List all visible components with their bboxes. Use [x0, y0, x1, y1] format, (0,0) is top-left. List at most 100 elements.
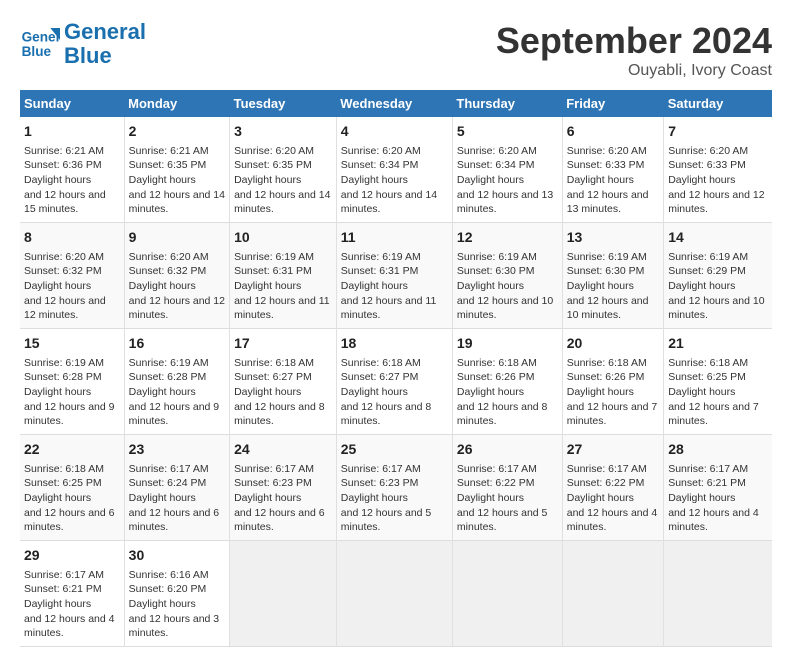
day-info: Sunrise: 6:19 AM Sunset: 6:29 PM Dayligh…	[668, 250, 768, 323]
day-info: Sunrise: 6:18 AM Sunset: 6:25 PM Dayligh…	[24, 462, 120, 535]
day-cell: 2 Sunrise: 6:21 AM Sunset: 6:35 PM Dayli…	[124, 117, 229, 223]
day-info: Sunrise: 6:20 AM Sunset: 6:33 PM Dayligh…	[668, 144, 768, 217]
day-cell: 1 Sunrise: 6:21 AM Sunset: 6:36 PM Dayli…	[20, 117, 124, 223]
day-info: Sunrise: 6:17 AM Sunset: 6:21 PM Dayligh…	[668, 462, 768, 535]
day-info: Sunrise: 6:17 AM Sunset: 6:23 PM Dayligh…	[341, 462, 448, 535]
day-info: Sunrise: 6:17 AM Sunset: 6:21 PM Dayligh…	[24, 568, 120, 641]
page-header: General Blue GeneralBlue September 2024 …	[20, 20, 772, 80]
day-info: Sunrise: 6:18 AM Sunset: 6:27 PM Dayligh…	[341, 356, 448, 429]
calendar-table: SundayMondayTuesdayWednesdayThursdayFrid…	[20, 90, 772, 647]
day-number: 12	[457, 228, 558, 248]
day-number: 19	[457, 334, 558, 354]
day-cell: 21 Sunrise: 6:18 AM Sunset: 6:25 PM Dayl…	[664, 329, 772, 435]
day-number: 9	[129, 228, 225, 248]
day-cell: 25 Sunrise: 6:17 AM Sunset: 6:23 PM Dayl…	[336, 435, 452, 541]
day-info: Sunrise: 6:20 AM Sunset: 6:34 PM Dayligh…	[341, 144, 448, 217]
day-info: Sunrise: 6:18 AM Sunset: 6:26 PM Dayligh…	[457, 356, 558, 429]
logo-icon: General Blue	[20, 24, 60, 64]
day-number: 28	[668, 440, 768, 460]
svg-text:Blue: Blue	[22, 44, 52, 59]
header-day: Thursday	[452, 90, 562, 117]
month-title: September 2024	[496, 20, 772, 62]
day-info: Sunrise: 6:19 AM Sunset: 6:28 PM Dayligh…	[24, 356, 120, 429]
day-number: 26	[457, 440, 558, 460]
day-cell: 18 Sunrise: 6:18 AM Sunset: 6:27 PM Dayl…	[336, 329, 452, 435]
header-day: Saturday	[664, 90, 772, 117]
day-info: Sunrise: 6:19 AM Sunset: 6:30 PM Dayligh…	[567, 250, 659, 323]
day-info: Sunrise: 6:20 AM Sunset: 6:35 PM Dayligh…	[234, 144, 332, 217]
calendar-header: SundayMondayTuesdayWednesdayThursdayFrid…	[20, 90, 772, 117]
day-number: 29	[24, 546, 120, 566]
header-day: Wednesday	[336, 90, 452, 117]
day-number: 16	[129, 334, 225, 354]
day-info: Sunrise: 6:20 AM Sunset: 6:33 PM Dayligh…	[567, 144, 659, 217]
day-info: Sunrise: 6:18 AM Sunset: 6:25 PM Dayligh…	[668, 356, 768, 429]
day-cell: 19 Sunrise: 6:18 AM Sunset: 6:26 PM Dayl…	[452, 329, 562, 435]
day-info: Sunrise: 6:17 AM Sunset: 6:23 PM Dayligh…	[234, 462, 332, 535]
day-number: 17	[234, 334, 332, 354]
day-number: 4	[341, 122, 448, 142]
day-cell	[664, 541, 772, 647]
day-cell: 20 Sunrise: 6:18 AM Sunset: 6:26 PM Dayl…	[562, 329, 663, 435]
day-info: Sunrise: 6:19 AM Sunset: 6:31 PM Dayligh…	[234, 250, 332, 323]
day-number: 7	[668, 122, 768, 142]
day-cell: 23 Sunrise: 6:17 AM Sunset: 6:24 PM Dayl…	[124, 435, 229, 541]
day-info: Sunrise: 6:19 AM Sunset: 6:31 PM Dayligh…	[341, 250, 448, 323]
day-cell	[562, 541, 663, 647]
week-row: 8 Sunrise: 6:20 AM Sunset: 6:32 PM Dayli…	[20, 223, 772, 329]
day-cell: 3 Sunrise: 6:20 AM Sunset: 6:35 PM Dayli…	[230, 117, 337, 223]
day-cell: 24 Sunrise: 6:17 AM Sunset: 6:23 PM Dayl…	[230, 435, 337, 541]
day-cell: 11 Sunrise: 6:19 AM Sunset: 6:31 PM Dayl…	[336, 223, 452, 329]
day-number: 27	[567, 440, 659, 460]
day-cell: 6 Sunrise: 6:20 AM Sunset: 6:33 PM Dayli…	[562, 117, 663, 223]
day-number: 11	[341, 228, 448, 248]
header-day: Tuesday	[230, 90, 337, 117]
day-cell: 12 Sunrise: 6:19 AM Sunset: 6:30 PM Dayl…	[452, 223, 562, 329]
day-number: 13	[567, 228, 659, 248]
day-cell: 10 Sunrise: 6:19 AM Sunset: 6:31 PM Dayl…	[230, 223, 337, 329]
calendar-body: 1 Sunrise: 6:21 AM Sunset: 6:36 PM Dayli…	[20, 117, 772, 647]
logo: General Blue GeneralBlue	[20, 20, 146, 68]
day-number: 2	[129, 122, 225, 142]
day-number: 21	[668, 334, 768, 354]
day-cell	[336, 541, 452, 647]
day-number: 30	[129, 546, 225, 566]
header-day: Monday	[124, 90, 229, 117]
day-cell: 16 Sunrise: 6:19 AM Sunset: 6:28 PM Dayl…	[124, 329, 229, 435]
day-info: Sunrise: 6:19 AM Sunset: 6:30 PM Dayligh…	[457, 250, 558, 323]
header-day: Sunday	[20, 90, 124, 117]
day-cell	[452, 541, 562, 647]
day-cell: 28 Sunrise: 6:17 AM Sunset: 6:21 PM Dayl…	[664, 435, 772, 541]
day-number: 14	[668, 228, 768, 248]
day-cell: 9 Sunrise: 6:20 AM Sunset: 6:32 PM Dayli…	[124, 223, 229, 329]
day-cell: 13 Sunrise: 6:19 AM Sunset: 6:30 PM Dayl…	[562, 223, 663, 329]
day-cell: 26 Sunrise: 6:17 AM Sunset: 6:22 PM Dayl…	[452, 435, 562, 541]
day-cell: 27 Sunrise: 6:17 AM Sunset: 6:22 PM Dayl…	[562, 435, 663, 541]
day-cell: 17 Sunrise: 6:18 AM Sunset: 6:27 PM Dayl…	[230, 329, 337, 435]
day-number: 18	[341, 334, 448, 354]
day-info: Sunrise: 6:18 AM Sunset: 6:27 PM Dayligh…	[234, 356, 332, 429]
day-cell: 14 Sunrise: 6:19 AM Sunset: 6:29 PM Dayl…	[664, 223, 772, 329]
day-number: 6	[567, 122, 659, 142]
day-info: Sunrise: 6:20 AM Sunset: 6:34 PM Dayligh…	[457, 144, 558, 217]
day-number: 5	[457, 122, 558, 142]
location: Ouyabli, Ivory Coast	[496, 62, 772, 80]
header-row: SundayMondayTuesdayWednesdayThursdayFrid…	[20, 90, 772, 117]
logo-text: GeneralBlue	[64, 20, 146, 68]
day-info: Sunrise: 6:18 AM Sunset: 6:26 PM Dayligh…	[567, 356, 659, 429]
day-cell: 29 Sunrise: 6:17 AM Sunset: 6:21 PM Dayl…	[20, 541, 124, 647]
day-cell: 15 Sunrise: 6:19 AM Sunset: 6:28 PM Dayl…	[20, 329, 124, 435]
day-info: Sunrise: 6:21 AM Sunset: 6:36 PM Dayligh…	[24, 144, 120, 217]
day-cell: 22 Sunrise: 6:18 AM Sunset: 6:25 PM Dayl…	[20, 435, 124, 541]
day-cell: 7 Sunrise: 6:20 AM Sunset: 6:33 PM Dayli…	[664, 117, 772, 223]
week-row: 1 Sunrise: 6:21 AM Sunset: 6:36 PM Dayli…	[20, 117, 772, 223]
day-number: 22	[24, 440, 120, 460]
day-number: 8	[24, 228, 120, 248]
day-info: Sunrise: 6:16 AM Sunset: 6:20 PM Dayligh…	[129, 568, 225, 641]
week-row: 29 Sunrise: 6:17 AM Sunset: 6:21 PM Dayl…	[20, 541, 772, 647]
day-number: 10	[234, 228, 332, 248]
day-info: Sunrise: 6:20 AM Sunset: 6:32 PM Dayligh…	[129, 250, 225, 323]
header-day: Friday	[562, 90, 663, 117]
day-number: 20	[567, 334, 659, 354]
day-number: 24	[234, 440, 332, 460]
